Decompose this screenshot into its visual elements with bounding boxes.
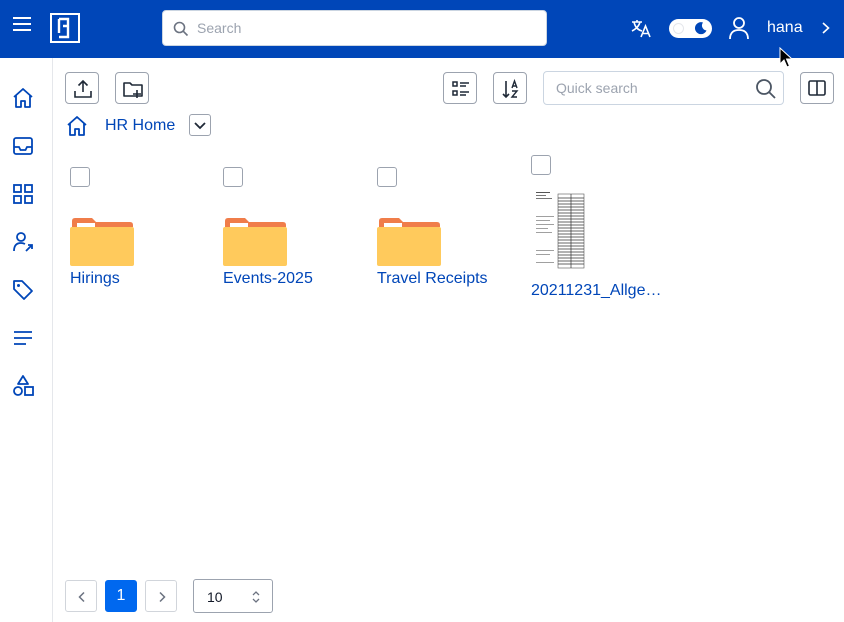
select-checkbox[interactable] — [531, 155, 551, 175]
folder-name[interactable]: Events-2025 — [223, 270, 313, 288]
folder-icon — [377, 218, 441, 266]
home-icon[interactable] — [11, 86, 35, 110]
upload-icon — [74, 79, 92, 98]
quick-search-input[interactable] — [556, 72, 751, 104]
folder-icon — [223, 218, 287, 266]
chevron-right-icon[interactable] — [818, 20, 834, 36]
page-button-current[interactable]: 1 — [105, 580, 137, 612]
inbox-icon[interactable] — [11, 134, 35, 158]
shapes-icon[interactable] — [11, 374, 35, 398]
search-icon[interactable] — [755, 78, 777, 100]
sort-button[interactable] — [493, 72, 527, 104]
quick-search[interactable] — [543, 71, 784, 105]
mouse-cursor-icon — [779, 47, 793, 68]
document-thumbnail-icon — [535, 190, 585, 270]
moon-icon — [694, 22, 707, 35]
breadcrumb-home-icon[interactable] — [65, 114, 89, 138]
apps-icon[interactable] — [11, 182, 35, 206]
tag-icon[interactable] — [11, 278, 35, 302]
folder-plus-icon — [123, 82, 143, 98]
sort-az-icon — [502, 78, 519, 99]
global-search-input[interactable] — [197, 11, 537, 45]
select-checkbox[interactable] — [70, 167, 90, 187]
select-checkbox[interactable] — [377, 167, 397, 187]
chevron-down-icon — [194, 122, 206, 130]
app-logo-icon[interactable] — [50, 13, 80, 43]
list-icon[interactable] — [11, 326, 35, 350]
breadcrumb-dropdown-button[interactable] — [189, 114, 211, 136]
search-icon — [173, 21, 189, 37]
top-bar: hana — [0, 0, 844, 58]
toggle-panel-button[interactable] — [800, 72, 834, 104]
dark-mode-toggle[interactable] — [669, 19, 712, 38]
user-icon[interactable] — [728, 16, 750, 40]
chevron-left-icon — [78, 591, 85, 603]
folder-name[interactable]: Travel Receipts — [377, 270, 488, 288]
per-page-select[interactable]: 10 — [193, 579, 273, 613]
prev-page-button[interactable] — [65, 580, 97, 612]
username-label[interactable]: hana — [767, 19, 803, 37]
chevron-right-icon — [159, 591, 166, 603]
list-details-icon — [452, 81, 469, 96]
per-page-value: 10 — [207, 589, 223, 605]
hamburger-menu-icon[interactable] — [12, 14, 32, 34]
columns-icon — [808, 80, 826, 96]
folder-icon — [70, 218, 134, 266]
upload-button[interactable] — [65, 72, 99, 104]
document-name[interactable]: 20211231_Allge… — [531, 282, 661, 300]
list-view-button[interactable] — [443, 72, 477, 104]
new-folder-button[interactable] — [115, 72, 149, 104]
toggle-knob — [673, 23, 684, 34]
select-checkbox[interactable] — [223, 167, 243, 187]
next-page-button[interactable] — [145, 580, 177, 612]
translate-icon[interactable] — [630, 17, 652, 39]
updown-icon — [252, 591, 260, 603]
folder-name[interactable]: Hirings — [70, 270, 120, 288]
sidebar — [0, 58, 53, 622]
global-search[interactable] — [162, 10, 547, 46]
user-share-icon[interactable] — [11, 230, 35, 254]
breadcrumb-current[interactable]: HR Home — [105, 117, 175, 135]
